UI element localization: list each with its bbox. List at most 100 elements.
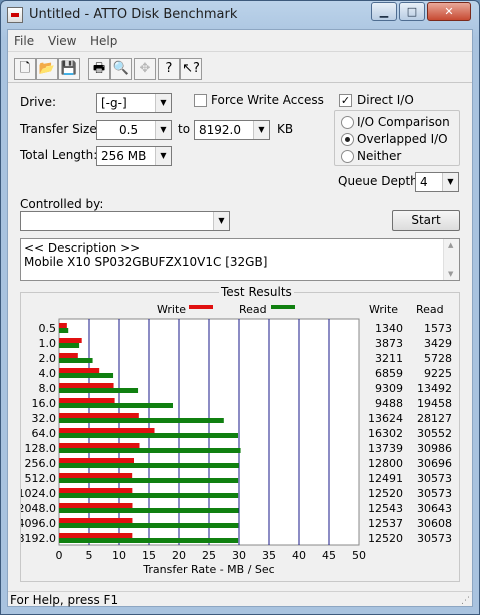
write-bar [59, 413, 139, 418]
x-tick-label: 20 [172, 549, 186, 562]
new-file-icon[interactable]: 🗋 [14, 58, 36, 80]
read-value: 30573 [417, 487, 452, 500]
y-tick-label: 32.0 [32, 412, 57, 425]
chevron-down-icon[interactable]: ▼ [155, 94, 171, 112]
description-scrollbar[interactable]: ▲ ▼ [443, 239, 459, 280]
menu-view[interactable]: View [48, 34, 76, 48]
legend-read-label: Read [239, 303, 267, 316]
legend-write-swatch [189, 305, 213, 309]
scroll-down-icon[interactable]: ▼ [448, 270, 453, 278]
read-bar [59, 328, 69, 333]
test-results-group: Test Results 0.5 1.0 2.0 4.0 8.0 16.0 32.0 64.0… [20, 285, 460, 582]
context-help-icon[interactable]: ↖? [180, 58, 202, 80]
read-bar [59, 403, 174, 408]
open-folder-icon[interactable]: 📂 [36, 58, 58, 80]
title-bar[interactable]: Untitled - ATTO Disk Benchmark ▁ □ ✕ [1, 1, 479, 29]
read-value: 30552 [417, 427, 452, 440]
overlapped-io-radio[interactable] [341, 133, 354, 146]
transfer-to-value: 8192.0 [199, 123, 241, 137]
write-value: 9309 [375, 382, 403, 395]
window-title: Untitled - ATTO Disk Benchmark [29, 7, 238, 22]
menu-help[interactable]: Help [90, 34, 117, 48]
y-tick-label: 256.0 [25, 457, 57, 470]
queue-depth-select[interactable]: 4 ▼ [415, 172, 459, 192]
read-bar [59, 388, 139, 393]
chevron-down-icon[interactable]: ▼ [155, 121, 171, 139]
controlled-by-select[interactable]: ▼ [20, 211, 230, 231]
read-bar [59, 538, 239, 543]
neither-radio[interactable] [341, 150, 354, 163]
resize-grip-icon[interactable]: ⋰ [461, 596, 470, 606]
x-tick-label: 15 [142, 549, 156, 562]
total-length-select[interactable]: 256 MB ▼ [96, 146, 172, 166]
x-tick-label: 35 [262, 549, 276, 562]
y-tick-label: 4.0 [39, 367, 57, 380]
write-value: 13624 [368, 412, 403, 425]
app-icon[interactable] [7, 7, 23, 23]
maximize-button[interactable]: □ [399, 2, 425, 21]
write-bar [59, 458, 134, 463]
save-icon[interactable]: 💾 [58, 58, 80, 80]
write-value: 12543 [368, 502, 403, 515]
write-bar [59, 368, 100, 373]
start-button[interactable]: Start [392, 210, 460, 231]
y-tick-label: 2.0 [39, 352, 57, 365]
chevron-down-icon[interactable]: ▼ [213, 212, 229, 230]
chevron-down-icon[interactable]: ▼ [442, 173, 458, 191]
description-textarea[interactable]: << Description >> Mobile X10 SP032GBUFZX… [20, 238, 460, 281]
print-icon[interactable]: 🖶 [88, 58, 110, 80]
read-value: 30608 [417, 517, 452, 530]
scroll-up-icon[interactable]: ▲ [448, 241, 453, 249]
write-value: 12491 [368, 472, 403, 485]
write-bar [59, 353, 78, 358]
print-preview-icon[interactable]: 🔍 [110, 58, 132, 80]
read-value: 28127 [417, 412, 452, 425]
column-header-read: Read [416, 303, 444, 316]
to-label: to [178, 122, 191, 136]
drive-value: [-g-] [101, 96, 127, 110]
move-icon[interactable]: ✥ [134, 58, 156, 80]
y-tick-label: 16.0 [32, 397, 57, 410]
x-tick-label: 45 [322, 549, 336, 562]
menu-file[interactable]: File [14, 34, 34, 48]
y-tick-label: 4096.0 [21, 517, 56, 530]
drive-select[interactable]: [-g-] ▼ [96, 93, 172, 113]
help-icon[interactable]: ? [158, 58, 180, 80]
chevron-down-icon[interactable]: ▼ [155, 147, 171, 165]
total-length-value: 256 MB [101, 149, 147, 163]
io-comparison-radio[interactable] [341, 116, 354, 129]
chevron-down-icon[interactable]: ▼ [253, 121, 269, 139]
x-tick-label: 30 [232, 549, 246, 562]
write-bar [59, 323, 67, 328]
read-value: 13492 [417, 382, 452, 395]
read-bar [59, 418, 224, 423]
read-bar [59, 448, 241, 453]
read-value: 30573 [417, 532, 452, 545]
minimize-button[interactable]: ▁ [371, 2, 397, 21]
read-value: 3429 [424, 337, 452, 350]
transfer-from-select[interactable]: 0.5 ▼ [96, 120, 172, 140]
x-tick-label: 0 [56, 549, 63, 562]
write-bar [59, 518, 133, 523]
x-tick-label: 10 [112, 549, 126, 562]
force-write-checkbox[interactable] [194, 94, 207, 107]
read-value: 30573 [417, 472, 452, 485]
write-value: 12537 [368, 517, 403, 530]
status-text: For Help, press F1 [10, 593, 119, 607]
close-button[interactable]: ✕ [427, 2, 471, 21]
write-value: 1340 [375, 322, 403, 335]
write-value: 3211 [375, 352, 403, 365]
read-value: 30986 [417, 442, 452, 455]
write-bar [59, 398, 115, 403]
transfer-from-value: 0.5 [119, 123, 139, 137]
write-value: 12800 [368, 457, 403, 470]
write-bar [59, 503, 133, 508]
app-window: Untitled - ATTO Disk Benchmark ▁ □ ✕ Fil… [0, 0, 480, 615]
write-bar [59, 488, 133, 493]
direct-io-checkbox[interactable]: ✓ [339, 94, 352, 107]
read-bar [59, 358, 93, 363]
read-bar [59, 373, 114, 378]
column-header-write: Write [369, 303, 398, 316]
transfer-to-select[interactable]: 8192.0 ▼ [194, 120, 270, 140]
read-value: 30696 [417, 457, 452, 470]
